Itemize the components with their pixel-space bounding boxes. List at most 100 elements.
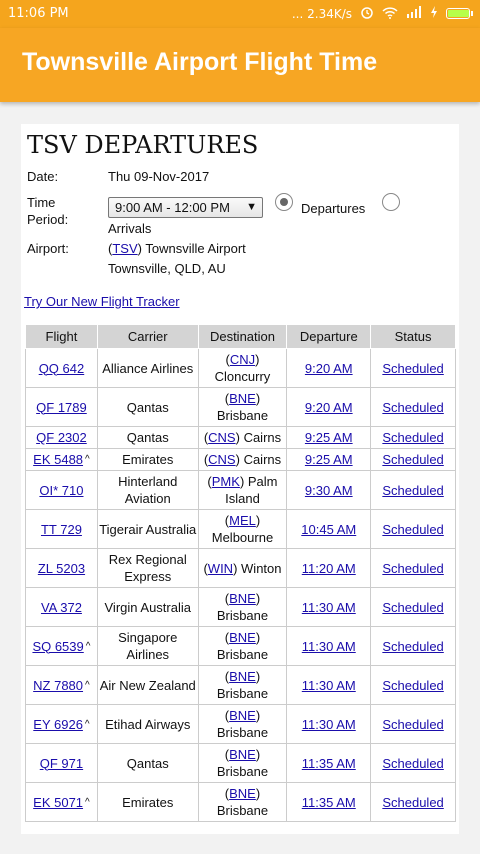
time-period-select[interactable]: 9:00 AM - 12:00 PM ▼	[108, 197, 263, 218]
destination-name: Brisbane	[216, 764, 269, 779]
flight-cell: TT 729	[25, 509, 98, 549]
departure-time-link[interactable]: 11:35 AM	[302, 756, 356, 771]
departure-time-link[interactable]: 9:25 AM	[305, 430, 353, 445]
flight-number-link[interactable]: QF 2302	[36, 430, 87, 445]
status-bar: 11:06 PM ... 2.34K/s	[0, 0, 480, 28]
departure-cell: 11:30 AM	[286, 704, 372, 744]
table-row: QF 1789 Qantas (BNE) Brisbane 9:20 AM Schedul…	[25, 387, 456, 427]
status-cell: Scheduled	[370, 665, 456, 705]
table-row: EK 5488 ^ Emirates (CNS) Cairns 9:25 AM Sched…	[25, 448, 456, 471]
carrier-cell: Singapore Airlines	[96, 626, 199, 666]
status-link[interactable]: Scheduled	[382, 717, 443, 732]
destination-code-link[interactable]: WIN	[208, 561, 233, 576]
time-period-label-line2: Period:	[27, 212, 69, 227]
table-row: QQ 642 Alliance Airlines (CNJ) Cloncurry 9:2…	[25, 348, 456, 388]
departure-time-link[interactable]: 11:30 AM	[302, 717, 356, 732]
status-link[interactable]: Scheduled	[382, 561, 443, 576]
time-period-label-line1: Time	[27, 195, 56, 210]
flight-number-link[interactable]: OI* 710	[39, 483, 83, 498]
destination-code-link[interactable]: CNJ	[230, 352, 255, 367]
destination-code-link[interactable]: BNE	[229, 391, 256, 406]
destination-name: Cloncurry	[214, 369, 271, 384]
carrier-cell: Tigerair Australia	[96, 509, 199, 549]
status-link[interactable]: Scheduled	[382, 600, 443, 615]
destination-code-link[interactable]: CNS	[208, 430, 235, 445]
flight-number-link[interactable]: QQ 642	[39, 361, 85, 376]
flight-cell: EK 5071 ^	[25, 782, 98, 822]
departure-time-link[interactable]: 11:35 AM	[302, 795, 356, 810]
departure-time-link[interactable]: 9:25 AM	[305, 452, 353, 467]
arrivals-radio[interactable]	[382, 193, 400, 211]
carrier-cell: Hinterland Aviation	[96, 470, 199, 510]
status-cell: Scheduled	[370, 704, 456, 744]
destination-cell: (CNS) Cairns	[197, 426, 288, 449]
destination-cell: (BNE) Brisbane	[197, 743, 288, 783]
status-cell: Scheduled	[370, 348, 456, 388]
departure-time-link[interactable]: 9:20 AM	[305, 400, 353, 415]
flight-cell: OI* 710	[25, 470, 98, 510]
departure-time-link[interactable]: 11:30 AM	[302, 678, 356, 693]
status-link[interactable]: Scheduled	[382, 678, 443, 693]
flight-number-link[interactable]: EK 5071	[33, 795, 83, 810]
status-link[interactable]: Scheduled	[382, 430, 443, 445]
destination-name: Winton	[241, 560, 282, 576]
carrier-cell: Qantas	[96, 426, 199, 449]
departure-time-link[interactable]: 9:20 AM	[305, 361, 353, 376]
departure-time-link[interactable]: 9:30 AM	[305, 483, 353, 498]
carrier-cell: Qantas	[96, 743, 199, 783]
destination-code-link[interactable]: BNE	[229, 747, 256, 762]
airport-location: Townsville, QLD, AU	[108, 261, 226, 276]
flight-number-link[interactable]: EY 6926	[33, 717, 83, 732]
departures-radio[interactable]	[275, 193, 293, 211]
flight-number-link[interactable]: NZ 7880	[33, 678, 83, 693]
arrivals-radio-label[interactable]: Arrivals	[108, 220, 151, 237]
departure-time-link[interactable]: 11:30 AM	[302, 600, 356, 615]
status-link[interactable]: Scheduled	[382, 361, 443, 376]
flight-number-link[interactable]: ZL 5203	[38, 561, 85, 576]
destination-code-link[interactable]: CNS	[208, 452, 235, 467]
departure-cell: 11:30 AM	[286, 626, 372, 666]
departures-radio-label[interactable]: Departures	[301, 200, 365, 217]
destination-code-link[interactable]: BNE	[229, 669, 256, 684]
carrier-cell: Alliance Airlines	[96, 348, 199, 388]
destination-cell: (BNE) Brisbane	[197, 387, 288, 427]
destination-cell: (PMK) Palm Island	[197, 470, 288, 510]
status-link[interactable]: Scheduled	[382, 522, 443, 537]
status-link[interactable]: Scheduled	[382, 795, 443, 810]
destination-code-link[interactable]: BNE	[229, 708, 256, 723]
flight-number-link[interactable]: QF 971	[40, 756, 83, 771]
app-title: Townsville Airport Flight Time	[22, 48, 378, 76]
destination-code-link[interactable]: MEL	[229, 513, 256, 528]
departure-cell: 11:30 AM	[286, 587, 372, 627]
flight-number-link[interactable]: QF 1789	[36, 400, 87, 415]
status-link[interactable]: Scheduled	[382, 756, 443, 771]
destination-code-link[interactable]: BNE	[229, 786, 256, 801]
status-link[interactable]: Scheduled	[382, 452, 443, 467]
status-link[interactable]: Scheduled	[382, 483, 443, 498]
table-row: NZ 7880 ^ Air New Zealand (BNE) Brisbane 11:3…	[25, 665, 456, 705]
table-row: QF 971 Qantas (BNE) Brisbane 11:35 AM Schedul…	[25, 743, 456, 783]
departure-time-link[interactable]: 10:45 AM	[301, 522, 356, 537]
destination-name: Brisbane	[216, 686, 269, 701]
destination-code-link[interactable]: PMK	[212, 474, 240, 489]
flight-number-link[interactable]: EK 5488	[33, 452, 83, 467]
departure-cell: 9:25 AM	[286, 426, 372, 449]
destination-cell: (WIN) Winton	[197, 548, 288, 588]
destination-name: Brisbane	[216, 408, 269, 423]
table-row: EK 5071 ^ Emirates (BNE) Brisbane 11:35 AM Sch…	[25, 782, 456, 822]
destination-code-link[interactable]: BNE	[229, 630, 256, 645]
date-value: Thu 09-Nov-2017	[108, 169, 210, 184]
destination-name: Brisbane	[216, 803, 269, 818]
network-speed: ... 2.34K/s	[291, 6, 352, 21]
destination-code-link[interactable]: BNE	[229, 591, 256, 606]
flight-number-link[interactable]: TT 729	[41, 522, 82, 537]
airport-code-link[interactable]: TSV	[112, 241, 137, 256]
departure-cell: 9:20 AM	[286, 348, 372, 388]
flight-tracker-link[interactable]: Try Our New Flight Tracker	[24, 294, 180, 309]
departure-time-link[interactable]: 11:30 AM	[302, 639, 356, 654]
status-link[interactable]: Scheduled	[382, 400, 443, 415]
flight-number-link[interactable]: VA 372	[41, 600, 82, 615]
status-link[interactable]: Scheduled	[382, 639, 443, 654]
flight-number-link[interactable]: SQ 6539	[32, 639, 83, 654]
departure-time-link[interactable]: 11:20 AM	[302, 561, 356, 576]
